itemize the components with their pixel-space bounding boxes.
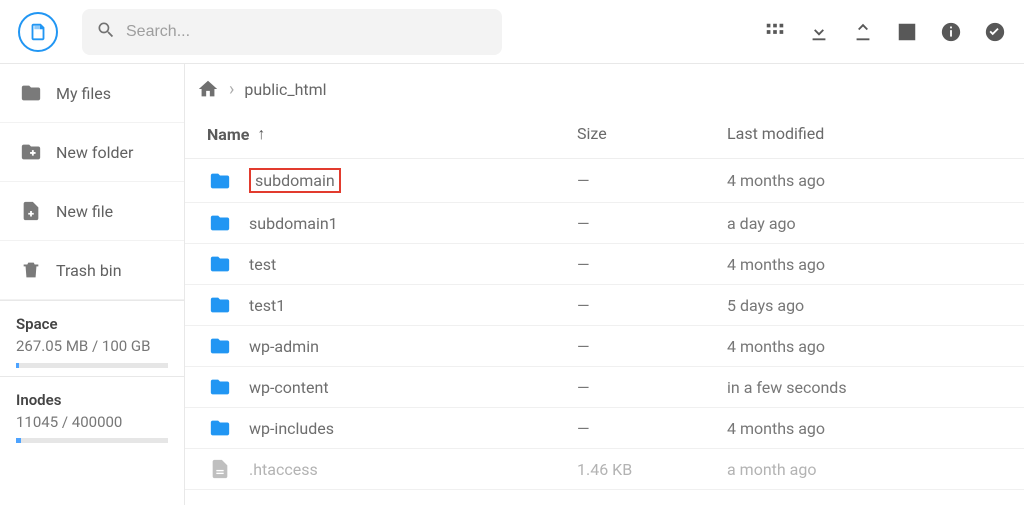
file-size: —	[577, 171, 727, 190]
file-modified: in a few seconds	[727, 378, 1012, 397]
file-modified: a day ago	[727, 214, 1012, 233]
home-icon[interactable]	[197, 78, 219, 100]
breadcrumb: › public_html	[185, 64, 1024, 110]
sidebar-item-label: Trash bin	[56, 261, 122, 280]
folder-row[interactable]: test —4 months ago	[185, 244, 1024, 285]
trash-icon	[20, 259, 42, 281]
file-name: subdomain1	[249, 214, 338, 233]
storage-inodes: Inodes 11045 / 400000	[0, 376, 184, 452]
file-size: —	[577, 296, 727, 315]
stats-icon[interactable]	[896, 21, 918, 43]
new-file-icon	[20, 200, 42, 222]
column-headers: Name ↑ Size Last modified	[185, 110, 1024, 159]
sidebar-item-trash[interactable]: Trash bin	[0, 241, 184, 300]
search-icon	[96, 20, 116, 44]
file-name: .htaccess	[249, 460, 318, 479]
file-size: —	[577, 337, 727, 356]
storage-inodes-title: Inodes	[16, 391, 168, 409]
file-modified: 4 months ago	[727, 419, 1012, 438]
column-modified[interactable]: Last modified	[727, 124, 1012, 144]
grid-view-icon[interactable]	[764, 21, 786, 43]
file-modified: a month ago	[727, 460, 1012, 479]
breadcrumb-current[interactable]: public_html	[244, 80, 326, 99]
file-name: test1	[249, 296, 285, 315]
folder-icon	[20, 82, 42, 104]
storage-space-value: 267.05 MB / 100 GB	[16, 337, 168, 357]
main: › public_html Name ↑ Size Last modified …	[185, 64, 1024, 505]
new-folder-icon	[20, 141, 42, 163]
sidebar-item-label: My files	[56, 84, 111, 103]
sidebar-item-new-file[interactable]: New file	[0, 182, 184, 241]
chevron-right-icon: ›	[229, 79, 234, 100]
file-name: test	[249, 255, 276, 274]
column-size[interactable]: Size	[577, 124, 727, 144]
download-icon[interactable]	[808, 21, 830, 43]
storage-space-bar	[16, 363, 168, 368]
file-size: —	[577, 378, 727, 397]
sidebar-item-label: New folder	[56, 143, 133, 162]
upload-icon[interactable]	[852, 21, 874, 43]
search-input[interactable]	[126, 23, 488, 41]
file-rows: subdomain—4 months agosubdomain1—a day a…	[185, 159, 1024, 505]
file-row[interactable]: .htaccess 1.46 KBa month ago	[185, 449, 1024, 490]
sidebar-item-label: New file	[56, 202, 113, 221]
info-icon[interactable]	[940, 21, 962, 43]
sidebar: My files New folder New file Trash bin	[0, 64, 185, 505]
sort-asc-icon: ↑	[257, 124, 265, 144]
check-icon[interactable]	[984, 21, 1006, 43]
storage-space: Space 267.05 MB / 100 GB	[0, 300, 184, 376]
file-size: —	[577, 255, 727, 274]
storage-inodes-value: 11045 / 400000	[16, 413, 168, 433]
header-actions	[764, 21, 1006, 43]
file-size: 1.46 KB	[577, 460, 727, 479]
file-modified: 4 months ago	[727, 337, 1012, 356]
storage-space-title: Space	[16, 315, 168, 333]
folder-row[interactable]: test1 —5 days ago	[185, 285, 1024, 326]
file-size: —	[577, 214, 727, 233]
file-modified: 5 days ago	[727, 296, 1012, 315]
folder-row[interactable]: wp-content —in a few seconds	[185, 367, 1024, 408]
file-name: subdomain	[249, 168, 341, 193]
folder-row[interactable]: subdomain —4 months ago	[185, 159, 1024, 203]
file-name: wp-admin	[249, 337, 319, 356]
sidebar-item-my-files[interactable]: My files	[0, 64, 184, 123]
column-name[interactable]: Name ↑	[207, 124, 577, 144]
file-name: wp-includes	[249, 419, 334, 438]
folder-row[interactable]: subdomain1 —a day ago	[185, 203, 1024, 244]
file-modified: 4 months ago	[727, 255, 1012, 274]
folder-row[interactable]: wp-includes —4 months ago	[185, 408, 1024, 449]
file-name: wp-content	[249, 378, 329, 397]
app-logo[interactable]	[18, 12, 58, 52]
file-size: —	[577, 419, 727, 438]
file-modified: 4 months ago	[727, 171, 1012, 190]
sidebar-item-new-folder[interactable]: New folder	[0, 123, 184, 182]
search-box[interactable]	[82, 9, 502, 55]
header	[0, 0, 1024, 64]
folder-row[interactable]: wp-admin —4 months ago	[185, 326, 1024, 367]
storage-inodes-bar	[16, 438, 168, 443]
